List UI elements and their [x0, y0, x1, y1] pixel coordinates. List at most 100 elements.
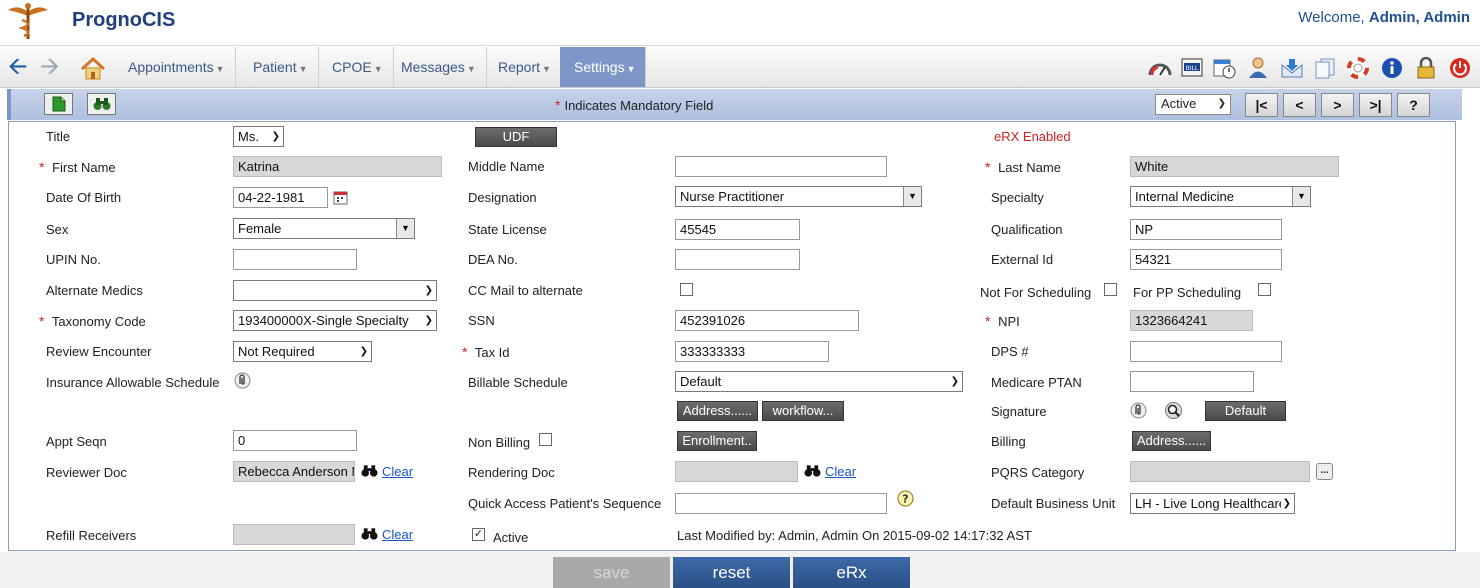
tax-id-label-text: Tax Id: [474, 345, 510, 360]
cc-mail-checkbox[interactable]: [680, 283, 693, 296]
external-id-field[interactable]: 54321: [1130, 249, 1282, 270]
qualification-field[interactable]: NP: [1130, 219, 1282, 240]
welcome-prefix: Welcome,: [1298, 9, 1365, 26]
info-icon[interactable]: [1380, 57, 1404, 79]
save-button[interactable]: save: [553, 557, 670, 588]
state-license-field[interactable]: 45545: [675, 219, 800, 240]
erx-button[interactable]: eRx: [793, 557, 910, 588]
forward-arrow-icon[interactable]: 🡪: [40, 55, 60, 79]
ssn-field[interactable]: 452391026: [675, 310, 859, 331]
pqrs-more-button[interactable]: ...: [1316, 463, 1333, 480]
npi-field[interactable]: 1323664241: [1130, 310, 1253, 331]
appt-seqn-label: Appt Seqn: [46, 434, 107, 449]
inbox-download-icon[interactable]: [1280, 57, 1304, 79]
default-business-unit-select[interactable]: LH - Live Long Healthcare ❯: [1130, 493, 1295, 514]
quick-access-label: Quick Access Patient's Sequence: [468, 496, 662, 511]
calendar-icon[interactable]: [333, 190, 348, 205]
menu-patient[interactable]: Patient ▼: [239, 47, 319, 87]
medicare-ptan-field[interactable]: [1130, 371, 1254, 392]
dashboard-gauge-icon[interactable]: [1148, 57, 1172, 79]
appt-seqn-field[interactable]: 0: [233, 430, 357, 451]
search-record-button[interactable]: [87, 93, 116, 115]
menu-appointments[interactable]: Appointments ▼: [114, 47, 236, 87]
provider-form: Title Ms. ❯ UDF eRX Enabled * First Name …: [8, 121, 1456, 551]
bill-icon[interactable]: BILL: [1180, 57, 1204, 79]
user-name-link[interactable]: Admin, Admin: [1369, 9, 1470, 26]
last-record-button[interactable]: >|: [1359, 93, 1392, 117]
active-checkbox[interactable]: ✓: [472, 528, 485, 541]
specialty-select[interactable]: Internal Medicine ▼: [1130, 186, 1311, 207]
last-name-field[interactable]: White: [1130, 156, 1339, 177]
non-billing-checkbox[interactable]: [539, 433, 552, 446]
refill-receivers-clear-link[interactable]: Clear: [382, 527, 413, 542]
dea-field[interactable]: [675, 249, 800, 270]
binoculars-search-icon[interactable]: [804, 464, 821, 478]
title-select[interactable]: Ms. ❯: [233, 126, 284, 147]
sex-select[interactable]: Female ▼: [233, 218, 415, 239]
signature-default-button[interactable]: Default: [1205, 401, 1286, 421]
sex-select-value: Female: [238, 221, 282, 236]
help-button[interactable]: ?: [1397, 93, 1430, 117]
previous-record-button[interactable]: <: [1283, 93, 1316, 117]
middle-name-field[interactable]: [675, 156, 887, 177]
signature-attach-icon[interactable]: [1130, 402, 1147, 419]
dob-label: Date Of Birth: [46, 190, 122, 205]
caduceus-logo-icon: [8, 3, 48, 39]
designation-select[interactable]: Nurse Practitioner ▼: [675, 186, 922, 207]
first-record-button[interactable]: |<: [1245, 93, 1278, 117]
new-record-button[interactable]: [44, 93, 73, 115]
reviewer-doc-field[interactable]: Rebecca Anderson M: [233, 461, 355, 482]
not-for-scheduling-checkbox[interactable]: [1104, 283, 1117, 296]
taxonomy-select[interactable]: 193400000X-Single Specialty ❯: [233, 310, 437, 331]
pqrs-category-field[interactable]: [1130, 461, 1310, 482]
tax-id-field[interactable]: 333333333: [675, 341, 829, 362]
dps-field[interactable]: [1130, 341, 1282, 362]
review-encounter-select[interactable]: Not Required ❯: [233, 341, 372, 362]
back-arrow-icon[interactable]: 🡨: [8, 55, 28, 79]
home-icon[interactable]: [80, 57, 106, 81]
next-record-button[interactable]: >: [1321, 93, 1354, 117]
udf-button[interactable]: UDF: [475, 127, 557, 147]
menu-cpoe[interactable]: CPOE ▼: [318, 47, 394, 87]
dob-field[interactable]: 04-22-1981: [233, 187, 328, 208]
lifebuoy-support-icon[interactable]: [1346, 57, 1370, 79]
rendering-doc-clear-link[interactable]: Clear: [825, 464, 856, 479]
status-select[interactable]: Active ❯: [1155, 94, 1231, 115]
billing-address-button[interactable]: Address......: [1132, 431, 1211, 451]
for-pp-scheduling-label: For PP Scheduling: [1133, 285, 1242, 300]
app-brand: PrognoCIS: [72, 9, 176, 31]
refill-receivers-field[interactable]: [233, 524, 355, 545]
reviewer-doc-clear-link[interactable]: Clear: [382, 464, 413, 479]
new-document-icon: [52, 96, 65, 112]
user-icon[interactable]: [1246, 57, 1270, 79]
menu-settings[interactable]: Settings ▼: [560, 47, 646, 87]
first-name-field[interactable]: Katrina: [233, 156, 442, 177]
binoculars-search-icon[interactable]: [361, 527, 378, 541]
menu-report[interactable]: Report ▼: [484, 47, 562, 87]
asterisk-icon: *: [985, 313, 991, 329]
dropdown-arrow-icon: ▼: [1292, 187, 1310, 206]
upin-field[interactable]: [233, 249, 357, 270]
paperclip-icon[interactable]: [234, 372, 251, 389]
help-question-icon[interactable]: ?: [897, 490, 914, 507]
lock-icon[interactable]: [1414, 57, 1438, 79]
reset-button[interactable]: reset: [673, 557, 790, 588]
billable-schedule-label: Billable Schedule: [468, 375, 568, 390]
binoculars-search-icon[interactable]: [361, 464, 378, 478]
alternate-medics-select[interactable]: ❯: [233, 280, 437, 301]
rendering-doc-field[interactable]: [675, 461, 798, 482]
enrollment-button[interactable]: Enrollment..: [677, 431, 757, 451]
for-pp-scheduling-checkbox[interactable]: [1258, 283, 1271, 296]
documents-icon[interactable]: [1313, 57, 1337, 79]
chevron-down-icon: ▼: [626, 64, 636, 74]
menu-messages[interactable]: Messages ▼: [387, 47, 487, 87]
workflow-button[interactable]: workflow...: [762, 401, 844, 421]
address-button[interactable]: Address......: [677, 401, 758, 421]
chevron-down-icon: ▼: [373, 64, 383, 74]
billable-schedule-select[interactable]: Default ❯: [675, 371, 963, 392]
quick-access-field[interactable]: [675, 493, 887, 514]
power-logout-icon[interactable]: [1448, 57, 1472, 79]
taxonomy-label: * Taxonomy Code: [39, 313, 146, 329]
calendar-clock-icon[interactable]: [1212, 57, 1236, 79]
magnifier-view-icon[interactable]: [1165, 402, 1182, 419]
